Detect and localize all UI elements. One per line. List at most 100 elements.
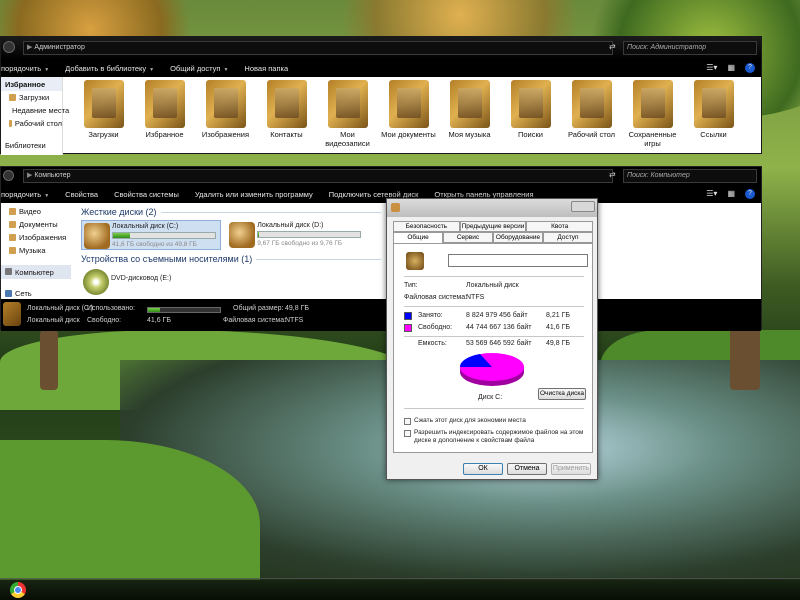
favorites-label: Избранное [5,80,46,89]
folder-item[interactable]: Избранное [134,77,195,155]
address-bar[interactable]: ▶ Администратор [23,41,613,55]
dvd-drive-icon [83,269,109,295]
back-button[interactable] [3,41,15,53]
downloads-icon [9,94,16,101]
chevron-down-icon: ▼ [149,66,155,73]
new-folder-button[interactable]: Новая папка [244,64,288,73]
tab-tools[interactable]: Сервис [443,232,493,243]
nav-item-video[interactable]: Видео [1,203,71,218]
address-bar[interactable]: ▶ Компьютер [23,169,613,183]
refresh-icon[interactable]: ⇄ [609,170,616,179]
drive-label-input[interactable] [448,254,588,267]
nav-item-documents[interactable]: Документы [1,218,71,231]
hdd-group-header[interactable]: Жесткие диски (2) [81,207,381,217]
folder-item[interactable]: Мои видеозаписи [317,77,378,155]
network-label: Сеть [15,289,32,298]
search-input[interactable]: Поиск: Компьютер [623,169,757,183]
folder-item[interactable]: Мои документы [378,77,439,155]
folder-label: Изображения [201,130,250,139]
index-checkbox[interactable] [404,430,411,437]
drive-free-space: 9,67 ГБ свободно из 9,76 ГБ [257,240,343,247]
add-to-library-button[interactable]: Добавить в библиотеку ▼ [65,64,154,73]
back-button[interactable] [3,170,14,181]
nav-item-downloads[interactable]: Загрузки [1,91,62,104]
disk-label: Диск C: [478,394,503,401]
used-color-swatch [404,312,412,320]
nav-item-desktop[interactable]: Рабочий стол [1,117,62,130]
drive-name: Локальный диск (C:) [112,223,179,230]
nav-item-computer[interactable]: Компьютер [1,265,71,279]
index-label-line2: диске в дополнение к свойствам файла [414,437,535,444]
system-properties-button[interactable]: Свойства системы [114,190,179,199]
chrome-taskbar-icon[interactable] [10,582,26,598]
free-bytes: 44 744 667 136 байт [466,324,532,331]
nav-favorites-header[interactable]: Избранное [1,77,62,91]
folder-item[interactable]: Загрузки [73,77,134,155]
folder-item[interactable]: Рабочий стол [561,77,622,155]
hard-drive-icon [84,223,110,249]
drive-dvd[interactable]: DVD-дисковод (E:) [81,267,221,295]
help-icon[interactable]: ? [745,189,755,199]
hard-drive-icon [229,222,256,248]
help-icon[interactable]: ? [745,63,755,73]
search-input[interactable]: Поиск: Администратор [623,41,757,55]
preview-pane-icon[interactable]: ▦ [727,189,735,199]
tab-previous-versions[interactable]: Предыдущие версии [459,221,527,232]
cancel-button[interactable]: Отмена [507,463,547,475]
tab-general[interactable]: Общие [393,232,443,243]
disk-usage-pie [459,353,524,386]
tab-quota[interactable]: Квота [526,221,594,232]
nav-item-music[interactable]: Музыка [1,244,71,257]
nav-libraries-header[interactable]: Библиотеки [1,138,62,152]
folder-item[interactable]: Моя музыка [439,77,500,155]
capacity-gb: 49,8 ГБ [546,340,570,347]
details-drive-type: Локальный диск [27,317,80,324]
removable-group-header[interactable]: Устройства со съемными носителями (1) [81,254,381,264]
folder-icon [327,80,368,128]
fs-value: NTFS [466,294,485,301]
nav-item-label: Рабочий стол [14,119,62,128]
folder-label: Мои документы [381,130,436,139]
tab-security[interactable]: Безопасность [393,221,460,232]
uninstall-program-button[interactable]: Удалить или изменить программу [195,190,313,199]
preview-pane-icon[interactable]: ▦ [727,63,735,73]
chevron-down-icon: ▼ [223,66,229,73]
ok-button[interactable]: ОК [463,463,503,475]
folder-item[interactable]: Изображения [195,77,256,155]
view-options-icon[interactable]: ☰▾ [706,63,717,73]
details-total-value: 49,8 ГБ [285,305,309,312]
folder-label: Моя музыка [448,130,491,139]
drive-d[interactable]: Локальный диск (D:) 9,67 ГБ свободно из … [227,220,367,250]
organize-button[interactable]: порядочить ▼ [1,190,49,199]
organize-button[interactable]: порядочить ▼ [1,64,49,73]
properties-button[interactable]: Свойства [65,190,98,199]
view-options-icon[interactable]: ☰▾ [706,189,717,199]
folder-item[interactable]: Поиски [500,77,561,155]
nav-item-pictures[interactable]: Изображения [1,231,71,244]
apply-button[interactable]: Применить [551,463,591,475]
details-fs-label: Файловая система: [223,317,287,324]
navigation-pane: Избранное Загрузки Недавние места Рабочи… [1,77,69,155]
folder-label: Рабочий стол [567,130,616,139]
compress-checkbox[interactable] [404,418,411,425]
folder-icon [449,80,490,128]
drive-usage-bar [257,231,362,238]
refresh-icon[interactable]: ⇄ [609,42,616,51]
close-button[interactable] [571,201,595,212]
folder-item[interactable]: Контакты [256,77,317,155]
type-label: Тип: [404,282,418,289]
folder-item[interactable]: Ссылки [683,77,744,155]
share-button[interactable]: Общий доступ ▼ [170,64,228,73]
folder-label: Мои видеозаписи [325,130,370,148]
command-bar: порядочить ▼ Свойства Свойства системы Уд… [1,185,761,203]
new-folder-label: Новая папка [244,63,289,73]
tab-hardware[interactable]: Оборудование [493,232,543,243]
nav-item-recent-places[interactable]: Недавние места [1,104,69,117]
details-total-label: Общий размер: [233,305,284,312]
disk-cleanup-button[interactable]: Очистка диска [538,388,586,400]
tab-sharing[interactable]: Доступ [543,232,593,243]
folder-item[interactable]: Сохраненные игры [622,77,683,155]
desktop-icon [9,120,12,127]
drive-c[interactable]: Локальный диск (C:) 41,6 ГБ свободно из … [81,220,221,250]
folder-icon [205,80,246,128]
